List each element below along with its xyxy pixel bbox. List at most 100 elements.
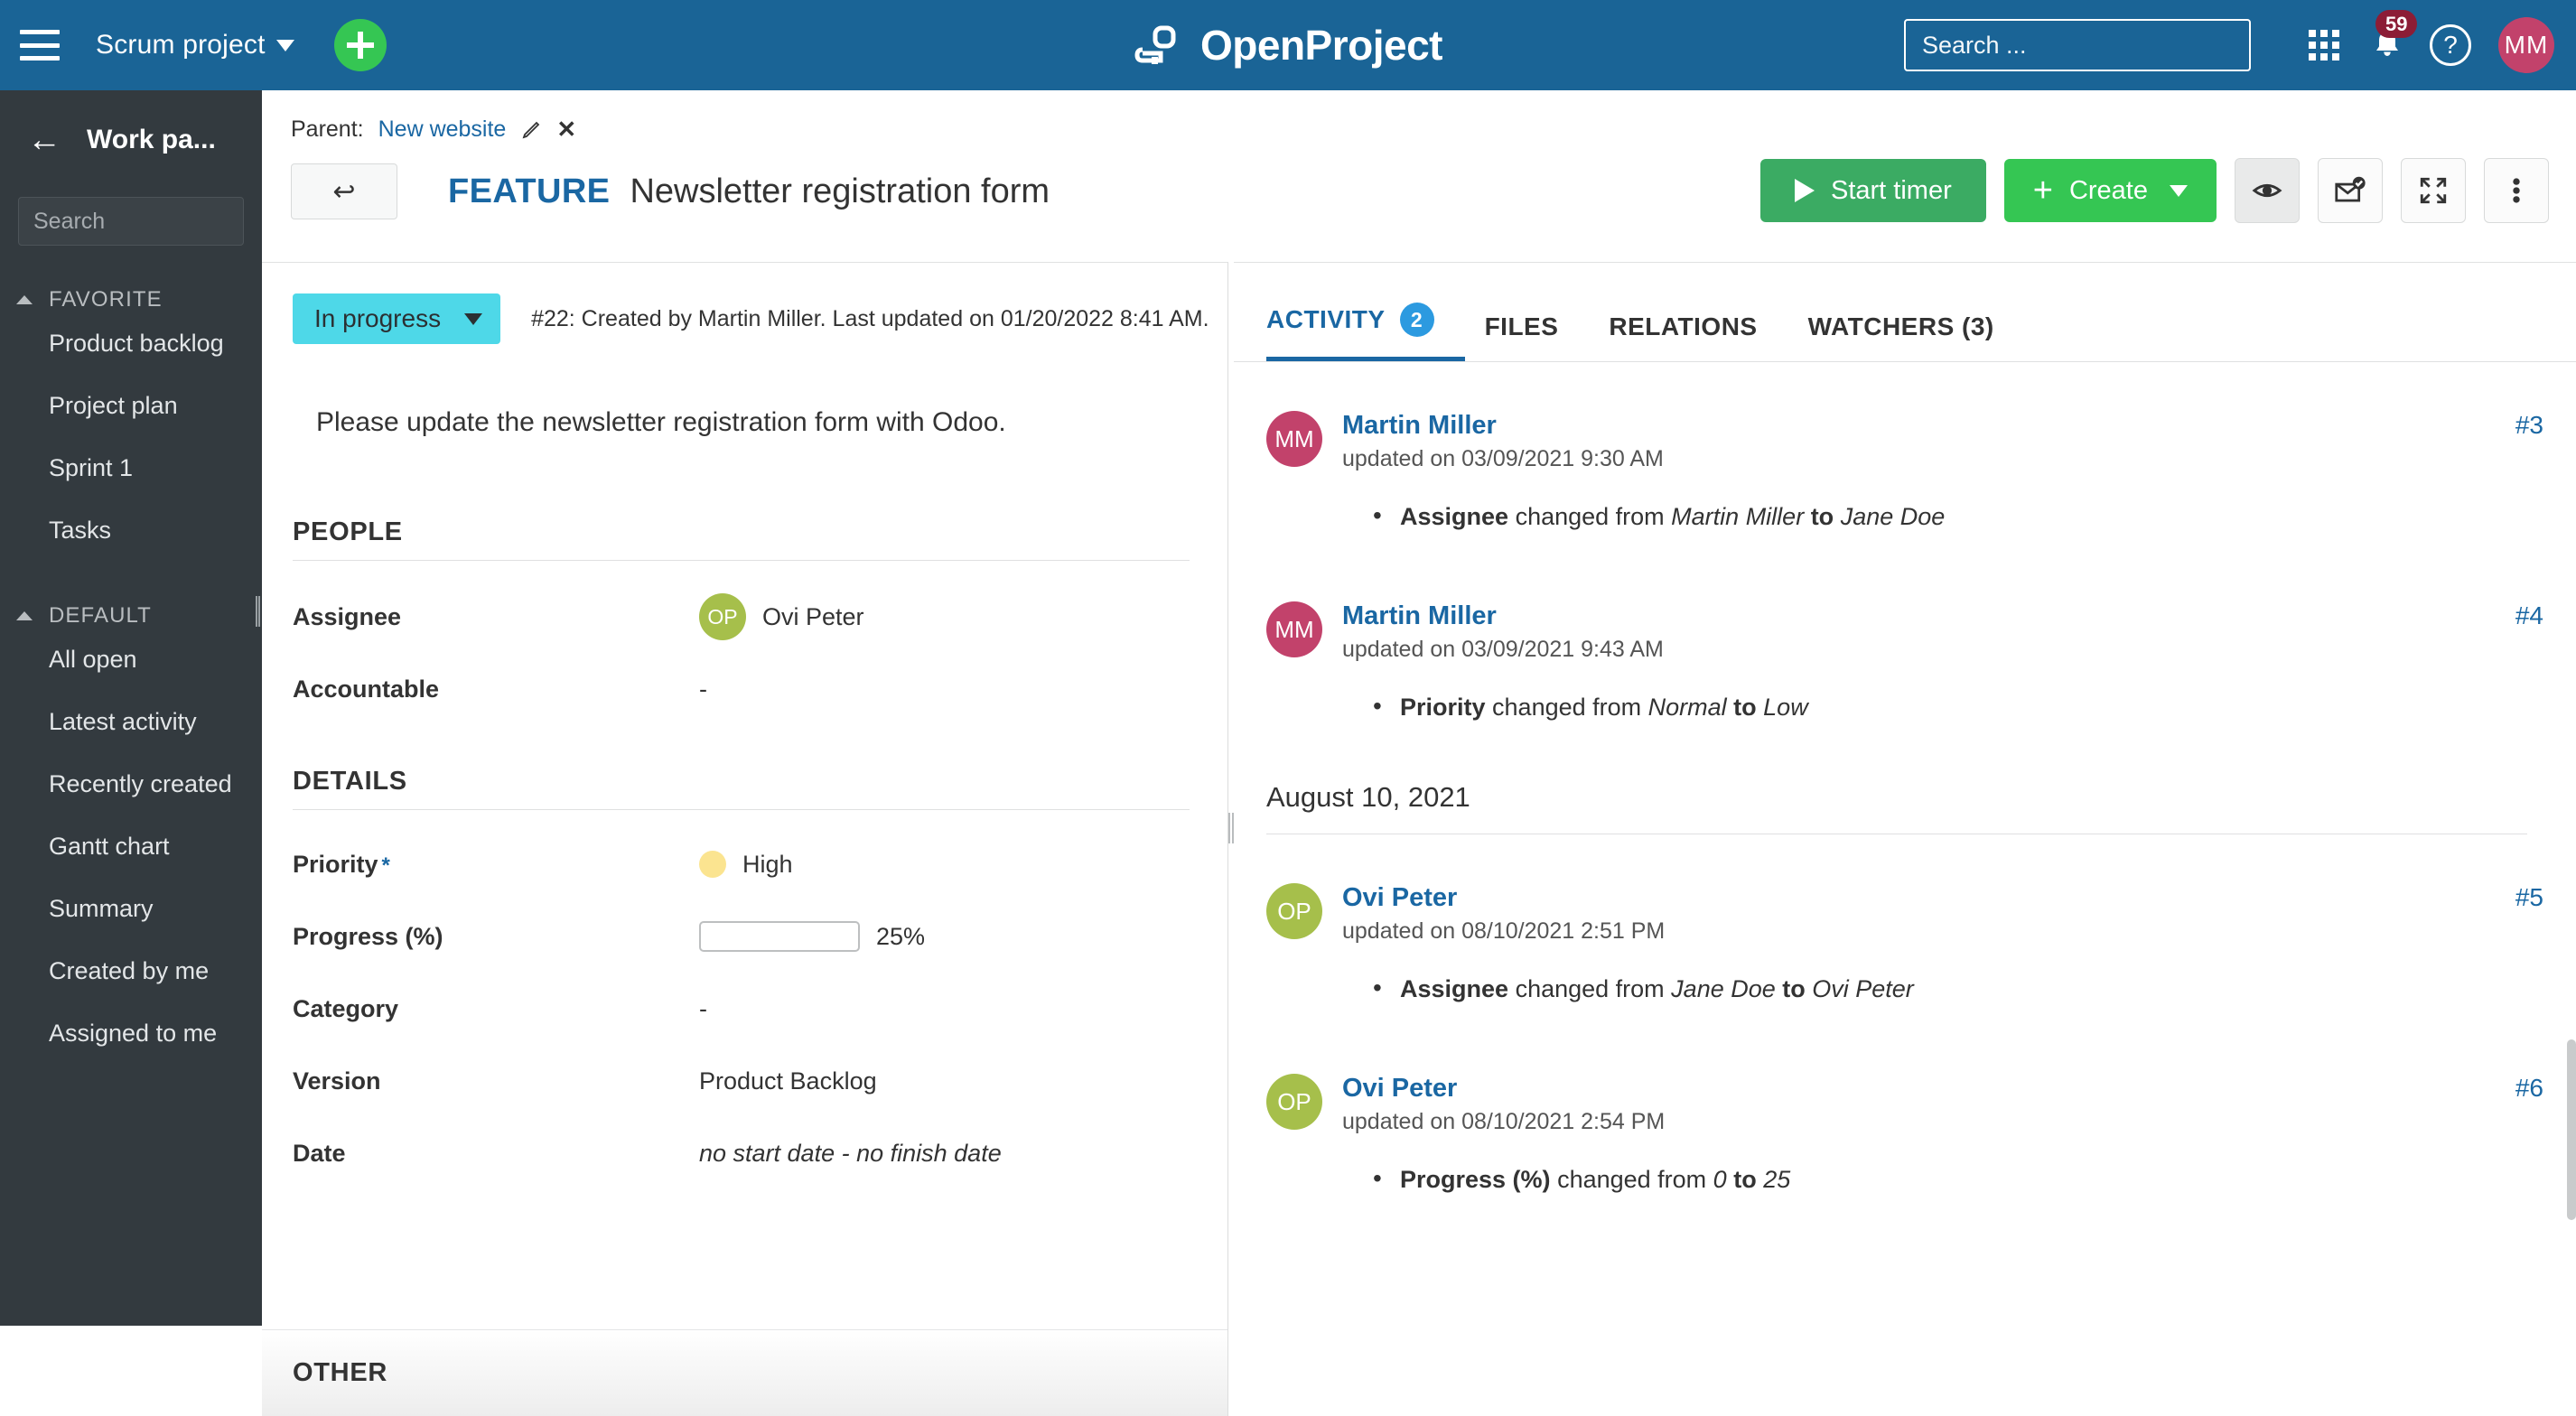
sidebar-item-project-plan[interactable]: Project plan (0, 375, 262, 437)
field-label: Date (293, 1139, 346, 1167)
parent-link[interactable]: New website (378, 116, 507, 143)
field-category[interactable]: Category - (262, 973, 1227, 1045)
sidebar-item-gantt-chart[interactable]: Gantt chart (0, 815, 262, 878)
more-options-button[interactable] (2484, 158, 2549, 223)
sidebar-search[interactable] (18, 197, 324, 246)
split-panes: In progress #22: Created by Martin Mille… (262, 262, 2576, 1416)
chevron-down-icon (275, 39, 294, 51)
tab-relations[interactable]: RELATIONS (1609, 312, 1787, 361)
change-to: Ovi Peter (1812, 975, 1914, 1002)
help-icon: ? (2430, 24, 2471, 66)
sidebar-group-label: DEFAULT (49, 603, 152, 628)
activity-number[interactable]: #3 (2515, 411, 2543, 440)
change-to: Low (1763, 694, 1808, 721)
sidebar-item-all-open[interactable]: All open (0, 629, 262, 691)
sidebar-item-summary[interactable]: Summary (0, 878, 262, 940)
activity-changes: Assignee changed from Jane Doe to Ovi Pe… (1373, 974, 2527, 1003)
change-field: Assignee (1400, 975, 1509, 1002)
priority-value: High (742, 850, 793, 878)
field-date[interactable]: Date no start date - no finish date (262, 1117, 1227, 1189)
sidebar-item-sprint-1[interactable]: Sprint 1 (0, 437, 262, 499)
activity-timestamp: updated on 03/09/2021 9:43 AM (1342, 637, 1664, 662)
date-separator-label: August 10, 2021 (1266, 781, 1470, 813)
activity-entry: OP Ovi Peter updated on 08/10/2021 2:51 … (1234, 834, 2576, 1003)
change-mid: to (1775, 975, 1813, 1002)
avatar[interactable]: MM (2498, 17, 2554, 73)
field-assignee[interactable]: Assignee OP Ovi Peter (262, 581, 1227, 653)
change-mid: to (1804, 503, 1841, 530)
field-progress[interactable]: Progress (%) 25% (262, 900, 1227, 973)
chevron-down-icon (2170, 184, 2188, 197)
activity-user[interactable]: Martin Miller (1342, 411, 2527, 441)
tab-label: FILES (1484, 312, 1559, 340)
sidebar-item-tasks[interactable]: Tasks (0, 499, 262, 562)
change-from: Martin Miller (1671, 503, 1805, 530)
activity-user[interactable]: Martin Miller (1342, 601, 2527, 631)
activity-number[interactable]: #5 (2515, 883, 2543, 912)
create-button[interactable]: + Create (2003, 159, 2217, 222)
section-details: DETAILS Priority * High Progress (%) 25%… (262, 767, 1227, 1189)
notifications-button[interactable]: 59 (2356, 10, 2419, 77)
field-version[interactable]: Version Product Backlog (262, 1045, 1227, 1117)
mark-read-icon (2335, 176, 2366, 202)
global-search[interactable] (1904, 19, 2251, 71)
work-package-title-row: ↩ FEATURE Newsletter registration form S… (262, 144, 2576, 223)
activity-number[interactable]: #4 (2515, 601, 2543, 630)
change-mid: to (1726, 1166, 1764, 1193)
add-button[interactable] (333, 19, 387, 71)
activity-scrollbar[interactable] (2567, 1039, 2576, 1220)
change-mid: to (1726, 694, 1764, 721)
sidebar-group-default[interactable]: DEFAULT (0, 603, 262, 629)
chevron-up-icon (16, 295, 33, 304)
openproject-mark-icon (1134, 25, 1176, 64)
activity-timestamp: updated on 03/09/2021 9:30 AM (1342, 446, 1664, 471)
change-item: Priority changed from Normal to Low (1373, 692, 2527, 722)
edit-pencil-icon[interactable] (520, 119, 542, 141)
assignee-name: Ovi Peter (762, 602, 864, 630)
field-accountable[interactable]: Accountable - (262, 653, 1227, 725)
change-field: Assignee (1400, 503, 1509, 530)
sidebar-group-favorite[interactable]: FAVORITE (0, 287, 262, 312)
status-badge[interactable]: In progress (293, 293, 501, 344)
close-icon[interactable]: ✕ (556, 116, 576, 144)
activity-user[interactable]: Ovi Peter (1342, 883, 2527, 913)
arrow-left-icon[interactable]: ← (27, 123, 61, 157)
modules-button[interactable] (2292, 14, 2356, 77)
sidebar-item-created-by-me[interactable]: Created by me (0, 940, 262, 1002)
tab-files[interactable]: FILES (1485, 312, 1590, 361)
start-timer-button[interactable]: Start timer (1760, 159, 1986, 222)
search-input[interactable] (1922, 31, 2242, 60)
tab-label: ACTIVITY (1266, 305, 1386, 333)
back-button[interactable]: ↩ (291, 163, 397, 219)
sidebar: ← Work pa... FAVORITE Product backlog Pr… (0, 90, 324, 1326)
work-package-toolbar: Parent: New website ✕ ↩ FEATURE Newslett… (262, 90, 2576, 262)
work-package-description[interactable]: Please update the newsletter registratio… (262, 344, 1227, 438)
more-vertical-icon (2513, 178, 2520, 203)
activity-number[interactable]: #6 (2515, 1074, 2543, 1103)
field-label: Version (293, 1067, 381, 1095)
watch-button[interactable] (2235, 158, 2300, 223)
fullscreen-icon (2420, 177, 2447, 204)
project-selector[interactable]: Scrum project (96, 30, 294, 61)
sidebar-resize-handle[interactable] (256, 596, 260, 627)
sidebar-item-product-backlog[interactable]: Product backlog (0, 312, 262, 375)
tab-activity[interactable]: ACTIVITY 2 (1266, 303, 1465, 361)
field-label: Category (293, 994, 399, 1022)
sidebar-item-assigned-to-me[interactable]: Assigned to me (0, 1002, 262, 1065)
grid-icon (2309, 30, 2339, 61)
change-to: Jane Doe (1840, 503, 1946, 530)
mark-read-button[interactable] (2318, 158, 2383, 223)
hamburger-icon[interactable] (20, 30, 60, 61)
activity-user[interactable]: Ovi Peter (1342, 1074, 2527, 1104)
sidebar-item-latest-activity[interactable]: Latest activity (0, 691, 262, 753)
help-button[interactable]: ? (2419, 14, 2482, 77)
change-item: Assignee changed from Martin Miller to J… (1373, 501, 2527, 531)
activity-pane: ACTIVITY 2 FILES RELATIONS WATCHERS (3) … (1234, 262, 2576, 1416)
eye-icon (2252, 183, 2282, 198)
tab-watchers[interactable]: WATCHERS (3) (1808, 312, 2025, 361)
field-priority[interactable]: Priority * High (262, 828, 1227, 900)
progress-bar (699, 921, 860, 952)
activity-timestamp: updated on 08/10/2021 2:54 PM (1342, 1109, 1666, 1134)
sidebar-item-recently-created[interactable]: Recently created (0, 753, 262, 815)
fullscreen-button[interactable] (2401, 158, 2466, 223)
